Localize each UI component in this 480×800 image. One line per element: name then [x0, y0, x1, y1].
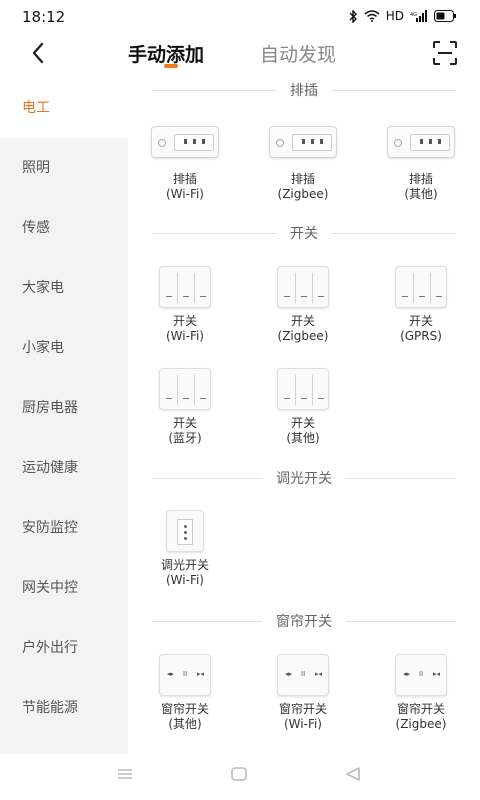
- device-protocol: (其他): [404, 187, 438, 201]
- device-switch-zigbee[interactable]: 开关 (Zigbee): [248, 266, 358, 356]
- status-time: 18:12: [22, 8, 66, 26]
- device-protocol: (其他): [168, 717, 202, 731]
- device-protocol: (其他): [286, 431, 320, 445]
- sidebar-item-label: 传感: [22, 220, 50, 236]
- device-name: 排插: [290, 172, 315, 186]
- section-title-curtain-switch: 窗帘开关: [128, 611, 480, 631]
- sidebar-item-label: 厨房电器: [22, 400, 78, 416]
- device-power-strip-wifi[interactable]: 排插 (Wi-Fi): [130, 126, 240, 216]
- sidebar-item-label: 大家电: [22, 280, 64, 296]
- section-title-dimmer-switch: 调光开关: [128, 468, 480, 488]
- menu-icon[interactable]: [116, 766, 134, 782]
- sidebar-item-label: 节能能源: [22, 700, 78, 716]
- device-name: 开关: [290, 416, 315, 430]
- sidebar-item-label: 照明: [22, 160, 50, 176]
- status-bar: 18:12 HD 4G: [0, 0, 480, 34]
- signal-icon: 4G: [410, 10, 427, 22]
- sidebar-item-label: 运动健康: [22, 460, 78, 476]
- device-name: 开关: [172, 416, 197, 430]
- curtain-switch-icon: ◂▸ II ▸◂: [159, 654, 211, 696]
- device-protocol: (Wi-Fi): [166, 187, 204, 201]
- sidebar-item-label: 网关中控: [22, 580, 78, 596]
- curtain-switch-icon: ◂▸ II ▸◂: [395, 654, 447, 696]
- svg-text:4G: 4G: [410, 12, 417, 18]
- sidebar-item-outdoor[interactable]: 户外出行: [0, 618, 128, 678]
- device-name: 排插: [172, 172, 197, 186]
- sidebar-item-security[interactable]: 安防监控: [0, 498, 128, 558]
- sidebar-item-gateway[interactable]: 网关中控: [0, 558, 128, 618]
- wifi-icon: [364, 10, 380, 22]
- tab-auto-discover[interactable]: 自动发现: [260, 40, 336, 67]
- device-name: 开关: [290, 314, 315, 328]
- section-title-power-strip: 排插: [128, 80, 480, 100]
- device-curtain-wifi[interactable]: ◂▸ II ▸◂ 窗帘开关 (Wi-Fi): [248, 654, 358, 744]
- sidebar-item-lighting[interactable]: 照明: [0, 138, 128, 198]
- sidebar-item-label: 电工: [22, 100, 50, 116]
- device-protocol: (蓝牙): [168, 431, 202, 445]
- device-protocol: (Wi-Fi): [166, 329, 204, 343]
- sidebar-item-electrical[interactable]: 电工: [0, 78, 128, 138]
- device-name: 开关: [408, 314, 433, 328]
- switch-icon: [159, 368, 211, 410]
- curtain-switch-icon: ◂▸ II ▸◂: [277, 654, 329, 696]
- switch-icon: [277, 368, 329, 410]
- battery-icon: [434, 10, 456, 22]
- device-protocol: (Zigbee): [395, 717, 447, 731]
- device-protocol: (GPRS): [400, 329, 442, 343]
- device-switch-wifi[interactable]: 开关 (Wi-Fi): [130, 266, 240, 356]
- sidebar-item-sports-health[interactable]: 运动健康: [0, 438, 128, 498]
- dimmer-switch-icon: [166, 510, 204, 552]
- bluetooth-icon: [349, 9, 357, 23]
- power-strip-icon: [387, 126, 455, 158]
- device-name: 窗帘开关: [278, 702, 327, 716]
- power-strip-icon: [269, 126, 337, 158]
- category-sidebar: 电工 照明 传感 大家电 小家电 厨房电器 运动健康 安防监控 网关中控 户外出…: [0, 78, 128, 754]
- chevron-left-icon[interactable]: [26, 38, 54, 68]
- home-icon[interactable]: [230, 766, 248, 782]
- tab-manual-add[interactable]: 手动添加: [128, 40, 204, 67]
- device-name: 调光开关: [160, 558, 209, 572]
- device-power-strip-zigbee[interactable]: 排插 (Zigbee): [248, 126, 358, 216]
- device-name: 开关: [172, 314, 197, 328]
- switch-icon: [277, 266, 329, 308]
- section-title-switch: 开关: [128, 223, 480, 243]
- device-name: 窗帘开关: [396, 702, 445, 716]
- switch-icon: [159, 266, 211, 308]
- back-triangle-icon[interactable]: [344, 766, 362, 782]
- top-header: 手动添加 自动发现: [0, 34, 480, 78]
- status-icons: HD 4G: [348, 9, 456, 23]
- device-protocol: (Wi-Fi): [284, 717, 322, 731]
- device-switch-bluetooth[interactable]: 开关 (蓝牙): [130, 368, 240, 458]
- network-hd-label: HD: [385, 9, 404, 23]
- sidebar-item-large-appliance[interactable]: 大家电: [0, 258, 128, 318]
- sidebar-item-energy[interactable]: 节能能源: [0, 678, 128, 738]
- scan-icon[interactable]: [432, 40, 458, 66]
- device-name: 排插: [408, 172, 433, 186]
- device-dimmer-wifi[interactable]: 调光开关 (Wi-Fi): [130, 510, 240, 600]
- power-strip-icon: [151, 126, 219, 158]
- device-list[interactable]: 排插 排插 (Wi-Fi) 排插 (Zigbee) 排插 (其他) 开关 开关 (Wi-…: [128, 78, 480, 754]
- sidebar-item-small-appliance[interactable]: 小家电: [0, 318, 128, 378]
- sidebar-item-kitchen[interactable]: 厨房电器: [0, 378, 128, 438]
- device-curtain-zigbee[interactable]: ◂▸ II ▸◂ 窗帘开关 (Zigbee): [366, 654, 476, 744]
- device-switch-gprs[interactable]: 开关 (GPRS): [366, 266, 476, 356]
- device-power-strip-other[interactable]: 排插 (其他): [366, 126, 476, 216]
- sidebar-item-label: 小家电: [22, 340, 64, 356]
- device-name: 窗帘开关: [160, 702, 209, 716]
- sidebar-item-sensor[interactable]: 传感: [0, 198, 128, 258]
- device-curtain-other[interactable]: ◂▸ II ▸◂ 窗帘开关 (其他): [130, 654, 240, 744]
- device-protocol: (Zigbee): [277, 329, 329, 343]
- system-nav-bar: [0, 754, 480, 800]
- switch-icon: [395, 266, 447, 308]
- active-tab-indicator: [164, 64, 178, 68]
- sidebar-item-label: 安防监控: [22, 520, 78, 536]
- device-protocol: (Zigbee): [277, 187, 329, 201]
- device-switch-other[interactable]: 开关 (其他): [248, 368, 358, 458]
- sidebar-item-label: 户外出行: [22, 640, 78, 656]
- device-protocol: (Wi-Fi): [166, 573, 204, 587]
